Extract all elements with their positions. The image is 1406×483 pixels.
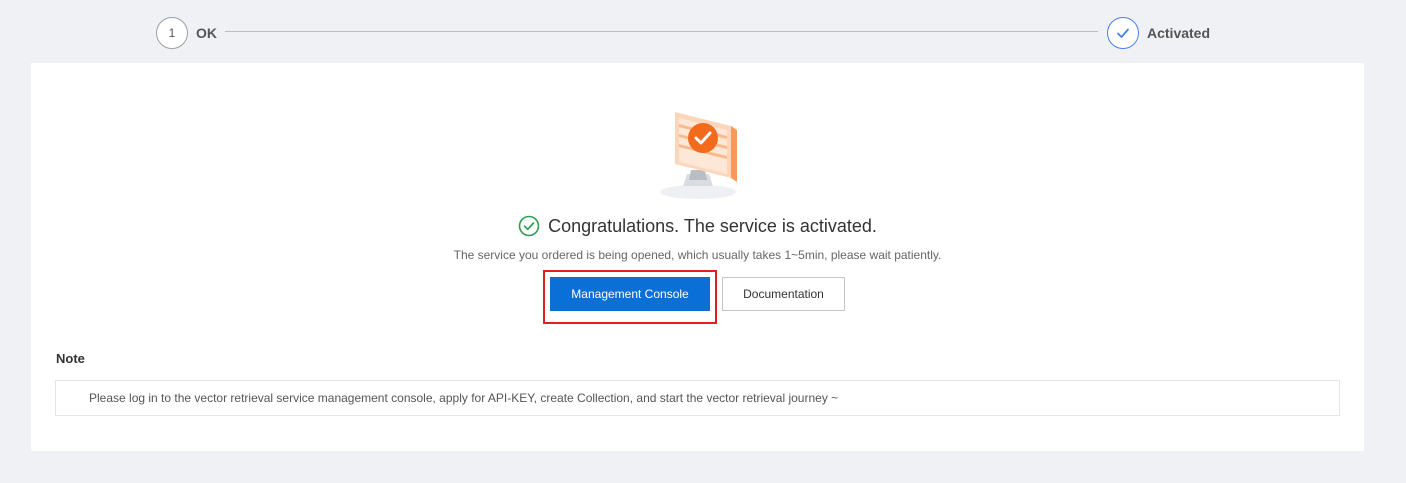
activation-result-card: Congratulations. The service is activate… bbox=[31, 63, 1364, 451]
step-number: 1 bbox=[168, 26, 176, 40]
step-number-circle: 1 bbox=[156, 17, 188, 49]
note-box: Please log in to the vector retrieval se… bbox=[55, 380, 1340, 416]
monitor-check-illustration bbox=[660, 112, 737, 199]
check-circle-icon bbox=[518, 215, 540, 237]
note-text: Please log in to the vector retrieval se… bbox=[89, 391, 839, 405]
progress-steps: 1 OK Activated bbox=[0, 0, 1406, 63]
management-console-button[interactable]: Management Console bbox=[550, 277, 710, 311]
step-connector-line bbox=[225, 31, 1098, 32]
activation-subtext: The service you ordered is being opened,… bbox=[453, 248, 942, 262]
checkmark-icon bbox=[1117, 28, 1129, 38]
step-ok: 1 OK bbox=[156, 17, 217, 49]
note-title: Note bbox=[56, 351, 85, 366]
step-done-circle bbox=[1107, 17, 1139, 49]
step-label-activated: Activated bbox=[1147, 25, 1211, 41]
headline-text: Congratulations. The service is activate… bbox=[548, 215, 877, 236]
success-headline: Congratulations. The service is activate… bbox=[31, 215, 1364, 237]
page: 1 OK Activated Congratulations. The serv… bbox=[0, 0, 1406, 483]
documentation-button[interactable]: Documentation bbox=[722, 277, 845, 311]
step-activated: Activated bbox=[1107, 17, 1210, 49]
step-label-ok: OK bbox=[196, 25, 217, 41]
